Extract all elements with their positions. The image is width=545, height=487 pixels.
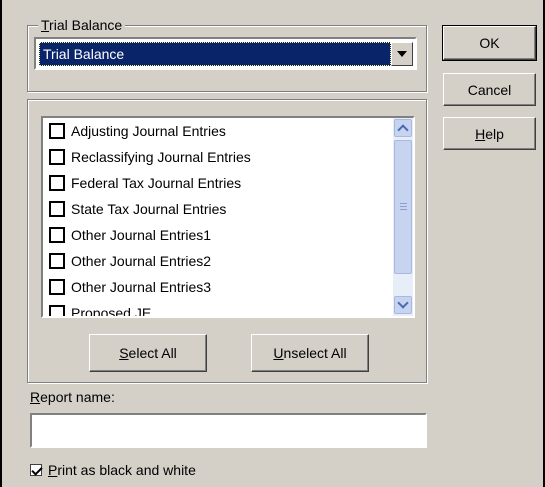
grip-line [400, 209, 407, 210]
report-name-input[interactable] [30, 413, 427, 448]
ok-button-label: OK [479, 35, 500, 51]
chevron-down-icon [397, 51, 407, 57]
print-bw-checkbox[interactable] [30, 464, 42, 476]
print-bw-option[interactable]: Print as black and white [30, 462, 196, 478]
trial-balance-group-label: Trial Balance [38, 17, 126, 34]
list-item[interactable]: Other Journal Entries3 [49, 275, 211, 299]
journal-checkbox[interactable] [49, 149, 65, 165]
list-vertical-scrollbar[interactable] [393, 118, 413, 316]
journal-checkbox[interactable] [49, 305, 65, 316]
scroll-up-button[interactable] [394, 119, 412, 137]
select-all-button[interactable]: Select All [89, 334, 207, 372]
cancel-button[interactable]: Cancel [443, 73, 536, 106]
unselect-all-button-label: Unselect All [273, 345, 347, 361]
journal-checkbox[interactable] [49, 253, 65, 269]
journal-checkbox[interactable] [49, 279, 65, 295]
chevron-up-icon [397, 124, 409, 136]
help-button-label: Help [475, 125, 504, 142]
list-item-label: Proposed JE [71, 305, 152, 318]
journal-checkbox[interactable] [49, 175, 65, 191]
report-type-combobox[interactable]: Trial Balance [34, 37, 417, 70]
report-type-selected-value: Trial Balance [39, 42, 391, 66]
unselect-all-button[interactable]: Unselect All [251, 334, 369, 372]
ok-button[interactable]: OK [442, 25, 537, 61]
list-item[interactable]: Reclassifying Journal Entries [49, 145, 251, 169]
help-button[interactable]: Help [443, 117, 536, 150]
journal-checkbox[interactable] [49, 201, 65, 217]
list-item-label: State Tax Journal Entries [71, 201, 227, 217]
list-item[interactable]: Other Journal Entries2 [49, 249, 211, 273]
list-item[interactable]: Adjusting Journal Entries [49, 119, 226, 143]
list-item-label: Reclassifying Journal Entries [71, 149, 251, 165]
chevron-down-icon [397, 297, 409, 309]
grip-line [400, 203, 407, 204]
list-item-label: Federal Tax Journal Entries [71, 175, 242, 191]
list-item[interactable]: Proposed JE [49, 301, 152, 318]
select-all-button-label: Select All [119, 345, 177, 361]
list-item[interactable]: Other Journal Entries1 [49, 223, 211, 247]
list-item[interactable]: Federal Tax Journal Entries [49, 171, 241, 195]
list-item-label: Other Journal Entries1 [71, 227, 212, 243]
cancel-button-label: Cancel [467, 81, 512, 98]
scrollbar-thumb[interactable] [394, 140, 412, 274]
list-item-label: Adjusting Journal Entries [71, 123, 226, 139]
print-bw-label: Print as black and white [48, 462, 196, 478]
combo-dropdown-button[interactable] [391, 42, 413, 66]
list-item[interactable]: State Tax Journal Entries [49, 197, 226, 221]
window-border-left [0, 0, 2, 487]
grip-line [400, 206, 407, 207]
list-item-label: Other Journal Entries3 [71, 279, 212, 295]
list-item-label: Other Journal Entries2 [71, 253, 212, 269]
journal-entries-list[interactable]: Adjusting Journal Entries Reclassifying … [41, 116, 415, 318]
journal-checkbox[interactable] [49, 123, 65, 139]
report-name-label: Report name: [30, 389, 115, 405]
journal-checkbox[interactable] [49, 227, 65, 243]
scroll-down-button[interactable] [394, 296, 412, 314]
